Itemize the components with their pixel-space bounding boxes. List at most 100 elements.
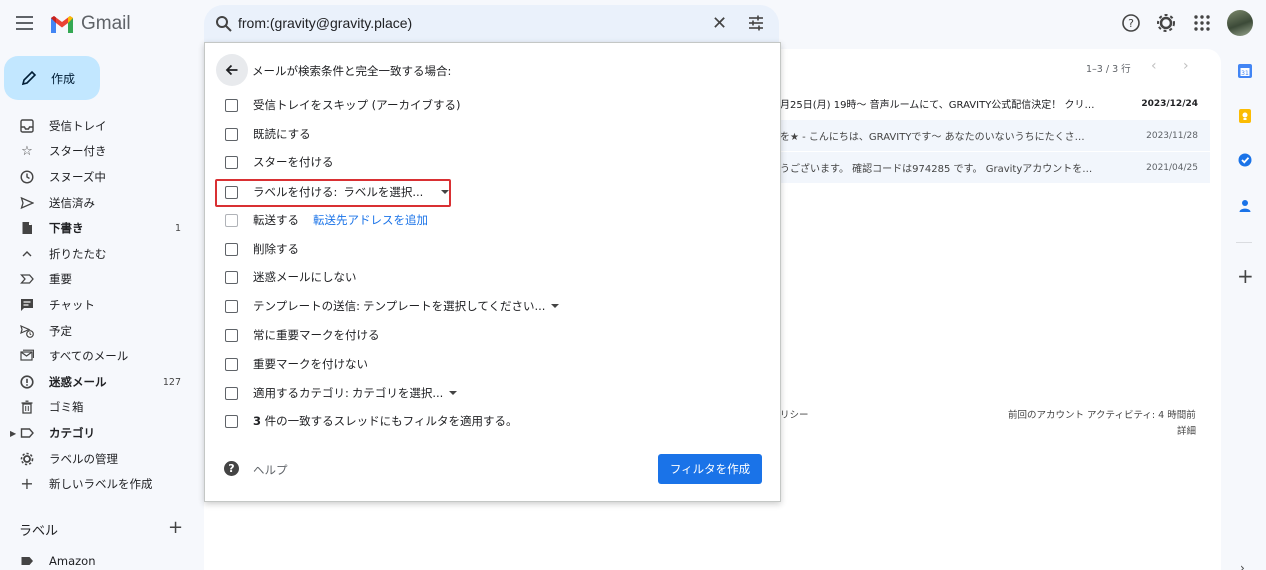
label-item[interactable]: Amazon — [0, 549, 200, 570]
keep-notes-icon[interactable] — [1237, 108, 1253, 124]
expand-arrow-icon[interactable]: ▶ — [10, 429, 16, 438]
sidebar-item-starred[interactable]: ☆ スター付き — [0, 139, 200, 163]
sidebar-item-label: 迷惑メール — [49, 375, 107, 389]
checkbox[interactable] — [225, 414, 238, 428]
mail-row[interactable]: うございます。 確認コードは974285 です。 Gravityアカウントを… … — [780, 152, 1210, 183]
add-forwarding-address-link[interactable]: 転送先アドレスを追加 — [313, 212, 428, 228]
option-skip-inbox[interactable]: 受信トレイをスキップ (アーカイブする) — [225, 94, 460, 116]
search-options-icon[interactable] — [747, 14, 765, 32]
last-activity-text: 前回のアカウント アクティビティ: 4 時間前 — [1008, 410, 1196, 421]
checkbox[interactable] — [225, 242, 238, 256]
sidebar-item-spam[interactable]: 迷惑メール 127 — [0, 370, 200, 394]
mail-row[interactable]: 月25日(月) 19時〜 音声ルームにて、GRAVITY公式配信決定！ クリ… … — [780, 88, 1210, 119]
help-question-icon[interactable]: ? — [224, 461, 239, 476]
all-mail-icon — [20, 349, 34, 363]
checkbox[interactable] — [225, 98, 238, 112]
create-filter-button[interactable]: フィルタを作成 — [658, 454, 762, 484]
option-always-important[interactable]: 常に重要マークを付ける — [225, 324, 380, 346]
sidebar-item-inbox[interactable]: 受信トレイ — [0, 114, 200, 138]
pagination-info: 1–3 / 3 行 — [1086, 64, 1131, 75]
compose-label: 作成 — [51, 71, 76, 86]
sidebar-item-all-mail[interactable]: すべてのメール — [0, 344, 200, 368]
chevron-down-icon — [449, 391, 458, 395]
option-never-spam[interactable]: 迷惑メールにしない — [225, 266, 357, 288]
main-menu-button[interactable] — [16, 12, 38, 34]
select-value: テンプレートを選択してください... — [363, 299, 546, 313]
previous-page-icon[interactable]: ‹ — [1151, 58, 1157, 74]
chat-icon — [20, 298, 34, 312]
app-name: Gmail — [81, 13, 131, 34]
search-bar[interactable]: from:(gravity@gravity.place) ✕ — [204, 5, 779, 43]
spam-alert-icon — [20, 375, 34, 389]
next-page-icon[interactable]: › — [1183, 58, 1189, 74]
chevron-up-icon — [20, 247, 34, 261]
mail-row[interactable]: を★ - こんにちは、GRAVITYです〜 あなたのいないうちにたくさ… 202… — [780, 120, 1210, 151]
mail-snippet: 月25日(月) 19時〜 音声ルームにて、GRAVITY公式配信決定！ クリ… — [780, 100, 1095, 111]
gmail-m-icon — [51, 16, 73, 33]
help-icon[interactable]: ? — [1121, 13, 1141, 33]
option-delete[interactable]: 削除する — [225, 238, 299, 260]
option-categorize[interactable]: 適用するカテゴリ: カテゴリを選択... — [225, 382, 458, 404]
calendar-icon[interactable]: 31 — [1237, 63, 1253, 79]
checkbox[interactable] — [225, 270, 238, 284]
checkbox[interactable] — [225, 127, 238, 141]
sidebar-item-important[interactable]: 重要 — [0, 267, 200, 291]
tasks-icon[interactable] — [1237, 152, 1253, 168]
arrow-left-icon — [225, 64, 238, 76]
dialog-title: メールが検索条件と完全一致する場合: — [252, 64, 452, 78]
add-label-plus-icon[interactable]: + — [168, 517, 183, 538]
label-tag-icon — [20, 554, 34, 568]
sidebar-item-drafts[interactable]: 下書き 1 — [0, 216, 200, 240]
account-avatar[interactable] — [1227, 10, 1253, 36]
sidebar-item-label: チャット — [49, 298, 95, 312]
apps-grid-icon[interactable] — [1192, 13, 1212, 33]
svg-text:31: 31 — [1241, 70, 1249, 77]
checkbox[interactable] — [225, 328, 238, 342]
sidebar-item-scheduled[interactable]: 予定 — [0, 319, 200, 343]
checkbox[interactable] — [225, 155, 238, 169]
filter-actions-dialog: メールが検索条件と完全一致する場合: 受信トレイをスキップ (アーカイブする) … — [204, 42, 781, 502]
sidebar-item-create-label[interactable]: + 新しいラベルを作成 — [0, 472, 200, 496]
sidebar-item-categories[interactable]: ▶ カテゴリ — [0, 421, 200, 445]
option-label: 削除する — [253, 242, 299, 256]
get-addons-plus-icon[interactable]: + — [1237, 266, 1254, 286]
option-apply-to-matching[interactable]: 3 件の一致するスレッドにもフィルタを適用する。 — [225, 410, 517, 432]
option-never-important[interactable]: 重要マークを付けない — [225, 353, 368, 375]
sidebar-item-sent[interactable]: 送信済み — [0, 191, 200, 215]
sidebar-item-label: 新しいラベルを作成 — [49, 477, 153, 491]
back-button[interactable] — [216, 54, 248, 86]
checkbox[interactable] — [225, 386, 238, 400]
program-policy-link[interactable]: リシー — [780, 407, 809, 421]
option-star-it[interactable]: スターを付ける — [225, 151, 334, 173]
option-label-text: 件の一致するスレッドにもフィルタを適用する。 — [261, 414, 518, 428]
option-mark-as-read[interactable]: 既読にする — [225, 123, 311, 145]
sidebar-item-label: 下書き — [49, 221, 84, 235]
search-icon[interactable] — [215, 15, 233, 33]
gmail-logo[interactable]: Gmail — [49, 13, 131, 35]
label-item-name: Amazon — [49, 554, 96, 568]
sidebar-item-snoozed[interactable]: スヌーズ中 — [0, 165, 200, 189]
settings-gear-icon[interactable] — [1156, 13, 1176, 33]
checkbox[interactable] — [225, 213, 238, 227]
sidebar-item-label: ラベルの管理 — [49, 452, 118, 466]
help-link[interactable]: ヘルプ — [253, 462, 288, 478]
option-send-template[interactable]: テンプレートの送信: テンプレートを選択してください... — [225, 295, 560, 317]
mail-date: 2021/04/25 — [1146, 162, 1198, 173]
clear-search-icon[interactable]: ✕ — [712, 13, 727, 34]
sidebar-item-trash[interactable]: ゴミ箱 — [0, 395, 200, 419]
sidebar-item-label: 予定 — [49, 324, 72, 338]
contacts-icon[interactable] — [1237, 198, 1253, 214]
option-forward[interactable]: 転送する 転送先アドレスを追加 — [225, 209, 428, 231]
checkbox[interactable] — [225, 357, 238, 371]
template-select-dropdown[interactable]: テンプレートを選択してください... — [363, 298, 560, 314]
checkbox[interactable] — [225, 299, 238, 313]
chevron-right-icon[interactable]: › — [1240, 561, 1245, 570]
clock-icon — [20, 170, 34, 184]
compose-button[interactable]: 作成 — [4, 56, 100, 100]
search-input[interactable]: from:(gravity@gravity.place) — [238, 15, 412, 31]
sidebar-item-chat[interactable]: チャット — [0, 293, 200, 317]
category-select-dropdown[interactable]: カテゴリを選択... — [352, 385, 458, 401]
sidebar-item-manage-labels[interactable]: ラベルの管理 — [0, 447, 200, 471]
activity-details-link[interactable]: 詳細 — [1177, 423, 1196, 437]
sidebar-item-collapse[interactable]: 折りたたむ — [0, 242, 200, 266]
